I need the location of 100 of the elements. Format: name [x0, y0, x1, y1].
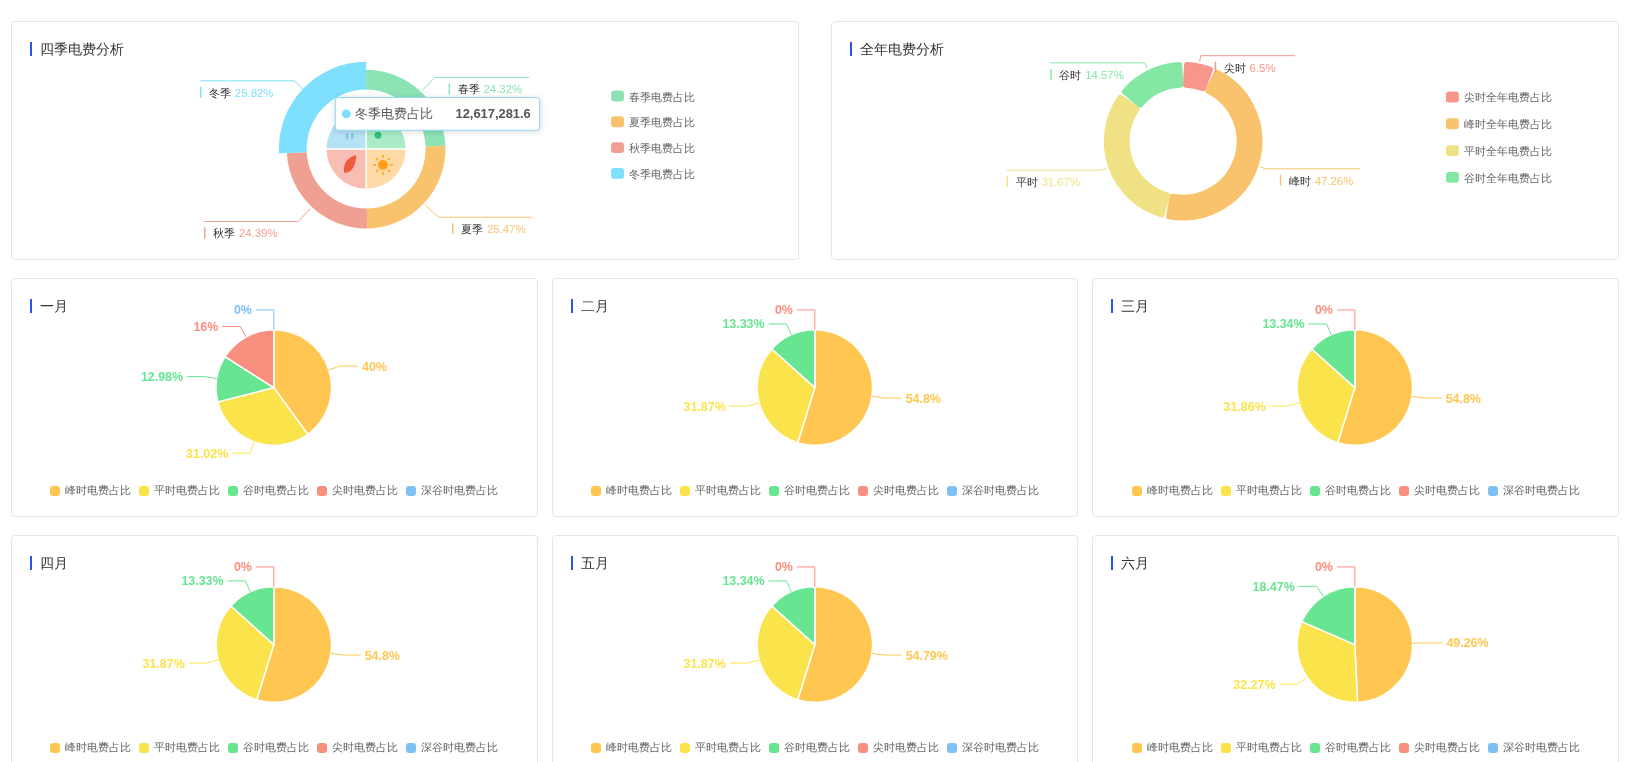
value-label: 31.87% [683, 399, 726, 414]
legend-label: 尖时电费占比 [1413, 483, 1480, 498]
legend-label: 尖时电费占比 [1413, 740, 1480, 755]
value-label: 49.26% [1446, 636, 1489, 651]
value-label: 0% [1315, 560, 1334, 575]
value-label: 13.33% [181, 574, 224, 589]
leader-line [1411, 395, 1443, 399]
legend-label: 平时电费占比 [695, 483, 761, 498]
title-marker [30, 299, 32, 313]
title-marker [570, 299, 573, 313]
leader-line [1279, 676, 1309, 685]
leader-line [330, 652, 362, 656]
leader-line [796, 566, 815, 588]
slice-label: 夏季 25.47% [461, 222, 526, 235]
leader-line [767, 580, 792, 593]
card-title: 全年电费分析 [860, 40, 944, 57]
title-marker [1111, 556, 1114, 570]
legend-label: 谷时电费占比 [784, 740, 850, 755]
leader-line [1308, 323, 1333, 336]
leader-line [227, 580, 251, 593]
title-marker [30, 556, 32, 570]
legend-label: 夏季电费占比 [628, 116, 695, 129]
legend-label: 谷时电费占比 [243, 740, 310, 755]
leader-line [767, 323, 792, 336]
legend-label: 尖时全年电费占比 [1463, 91, 1552, 104]
legend-label: 平时电费占比 [154, 483, 221, 498]
card-title: 三月 [1121, 298, 1150, 314]
legend-label: 深谷时电费占比 [962, 483, 1039, 498]
value-label: 13.34% [722, 574, 765, 589]
tooltip-value: 12,617,281.6 [455, 106, 531, 122]
slice-label: 峰时 47.26% [1288, 174, 1354, 187]
value-label: 54.79% [905, 648, 948, 663]
legend-label: 深谷时电费占比 [1502, 483, 1580, 498]
title-marker [30, 41, 32, 56]
legend-label: 深谷时电费占比 [1502, 740, 1580, 755]
value-label: 0% [774, 303, 793, 318]
legend-label: 平时电费占比 [154, 740, 221, 755]
leader-line [1412, 642, 1444, 644]
label-marker [204, 227, 206, 239]
tooltip-dot [341, 109, 351, 119]
legend-label: 平时电费占比 [1235, 740, 1302, 755]
legend-label: 峰时全年电费占比 [1463, 118, 1552, 131]
legend-label: 平时全年电费占比 [1463, 144, 1552, 157]
value-label: 13.33% [722, 317, 765, 332]
slice-label: 平时 31.67% [1015, 175, 1081, 188]
card-title: 六月 [1121, 555, 1150, 571]
slice-label: 春季 24.32% [457, 83, 523, 96]
legend-label: 春季电费占比 [628, 90, 695, 103]
legend-label: 谷时电费占比 [1324, 483, 1391, 498]
legend-label: 谷时电费占比 [1324, 740, 1391, 755]
label-marker [1279, 174, 1282, 186]
legend-label: 峰时电费占比 [606, 483, 672, 498]
value-label: 40% [362, 359, 387, 374]
legend-label: 深谷时电费占比 [421, 483, 499, 498]
leader-line [796, 309, 815, 331]
leader-line [1269, 402, 1300, 407]
leader-line [871, 395, 902, 399]
slice-label: 秋季 24.39% [212, 227, 278, 240]
value-label: 32.27% [1233, 677, 1276, 692]
legend-label: 峰时电费占比 [1146, 740, 1213, 755]
legend-label: 尖时电费占比 [873, 483, 939, 498]
legend-label: 尖时电费占比 [332, 740, 399, 755]
legend-label: 峰时电费占比 [1146, 483, 1213, 498]
label-marker [199, 86, 202, 98]
label-marker [452, 223, 454, 234]
legend-label: 谷时电费占比 [243, 483, 310, 498]
title-marker [1111, 299, 1114, 313]
label-marker [1050, 68, 1052, 80]
legend-label: 深谷时电费占比 [421, 740, 499, 755]
title-marker [570, 556, 573, 570]
leader-line [255, 309, 275, 331]
label-marker [1214, 61, 1217, 73]
value-label: 31.86% [1223, 399, 1267, 414]
card-title: 四月 [40, 555, 68, 571]
label-marker [1006, 176, 1009, 187]
value-label: 54.8% [1445, 391, 1482, 406]
value-label: 16% [193, 320, 219, 334]
legend-label: 深谷时电费占比 [962, 740, 1039, 755]
leader-line [221, 326, 247, 338]
card-title: 五月 [580, 555, 609, 571]
legend-label: 平时电费占比 [695, 740, 761, 755]
value-label: 54.8% [364, 648, 400, 663]
slice-label: 谷时 14.57% [1059, 68, 1124, 81]
value-label: 31.02% [186, 446, 229, 461]
value-label: 18.47% [1252, 579, 1296, 594]
legend-label: 峰时电费占比 [65, 740, 132, 755]
leader-line [871, 652, 902, 656]
slice-label: 尖时 6.5% [1223, 61, 1276, 74]
legend-label: 谷时全年电费占比 [1463, 171, 1552, 184]
value-label: 0% [233, 560, 252, 575]
tooltip-label: 冬季电费占比 [355, 106, 434, 122]
legend-label: 峰时电费占比 [65, 483, 132, 498]
value-label: 13.34% [1262, 317, 1305, 332]
legend-label: 尖时电费占比 [873, 740, 939, 755]
card-title: 一月 [40, 298, 68, 314]
value-label: 54.8% [905, 391, 941, 406]
leader-line [188, 659, 219, 664]
value-label: 0% [1315, 303, 1334, 318]
title-marker [850, 41, 852, 56]
leader-line [328, 365, 359, 371]
